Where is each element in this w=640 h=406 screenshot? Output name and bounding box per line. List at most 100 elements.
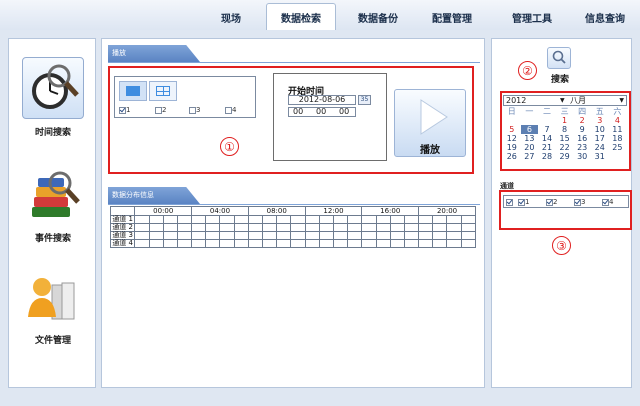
chevron-down-icon[interactable]: ▼ [560,96,565,105]
calendar-day[interactable]: 27 [521,152,539,161]
time-header: 00:00 [134,206,193,216]
start-time-field[interactable]: 00 00 00 [288,107,356,117]
channel-checkboxes: 1 2 3 4 [506,198,628,207]
calendar-day[interactable]: 25 [609,143,627,152]
annotation-number-three: ③ [552,236,571,255]
playback-channel-3[interactable]: 3 [189,106,200,114]
play-button[interactable]: 播放 [394,89,466,157]
quad-view-icon [156,86,170,96]
calendar-day[interactable]: 2 [573,116,591,125]
table-row: 通道 4 [109,239,477,248]
channel-checkbox-1[interactable]: 1 [518,198,529,206]
calendar-day[interactable]: 16 [573,134,591,143]
start-second: 00 [339,107,350,116]
distribution-header-row: 00:00 04:00 08:00 12:00 16:00 20:00 [109,206,476,216]
sidebar-item-label: 时间搜索 [34,128,71,138]
calendar-day[interactable]: 14 [538,134,556,143]
calendar-weekday: 一 [525,107,534,116]
calendar-day[interactable]: 11 [609,125,627,134]
time-header: 04:00 [191,206,249,216]
channel-checkbox-4[interactable]: 4 [602,198,613,206]
start-date-field[interactable]: 2012-08-06 [288,95,356,105]
menu-tab-info[interactable]: 信息查询 [572,4,638,30]
calendar-day[interactable]: 8 [556,125,574,134]
table-row: 通道 1 [109,215,477,224]
quad-view-button[interactable] [149,81,177,101]
calendar-weekday: 六 [613,107,622,116]
calendar-day[interactable]: 29 [556,152,574,161]
playback-channel-1[interactable]: 1 [119,106,130,114]
play-icon [420,99,448,135]
play-label: 播放 [420,145,440,156]
playback-channel-2[interactable]: 2 [155,106,166,114]
playback-section-line [108,62,480,63]
calendar-day[interactable]: 20 [521,143,539,152]
calendar-day[interactable]: 9 [573,125,591,134]
clock-magnifier-icon [22,57,84,119]
menu-tab-config[interactable]: 配置管理 [416,4,488,30]
checkbox-icon[interactable] [155,106,162,114]
checkbox-icon[interactable] [189,106,196,114]
calendar-day[interactable]: 24 [591,143,609,152]
distribution-table: 00:00 04:00 08:00 12:00 16:00 20:00 通道 1… [109,206,477,248]
calendar-day[interactable]: 28 [538,152,556,161]
menu-tab-tools[interactable]: 管理工具 [496,4,568,30]
sidebar: 时间搜索 事件搜索 文件管理 [8,38,96,388]
calendar-day[interactable]: 31 [591,152,609,161]
search-button[interactable] [547,47,571,69]
calendar-day[interactable]: 7 [538,125,556,134]
checkbox-icon[interactable] [574,198,581,206]
channel-checkbox-2[interactable]: 2 [546,198,557,206]
channel-checkbox-3[interactable]: 3 [574,198,585,206]
calendar: 2012 ▼ 八月 ▼ 日一二三四五六 1 2 3 4 5 6 7 8 9 10 11 12 13 14 15… [503,95,629,169]
calendar-week-row: 26 27 28 29 30 31 [503,152,626,161]
sidebar-item-file-manage[interactable]: 文件管理 [9,267,97,346]
calendar-month[interactable]: 八月 [570,96,586,105]
menu-tab-data-backup[interactable]: 数据备份 [342,4,414,30]
main-frame: 时间搜索 事件搜索 文件管理 播放 1 2 3 4 ① 开始时间 2012-08… [0,30,640,406]
calendar-day[interactable]: 1 [556,116,574,125]
calendar-weekday-row: 日一二三四五六 [503,107,626,116]
calendar-day[interactable]: 21 [538,143,556,152]
calendar-day[interactable]: 13 [521,134,539,143]
calendar-day[interactable]: 12 [503,134,521,143]
calendar-day[interactable]: 22 [556,143,574,152]
calendar-day[interactable]: 23 [573,143,591,152]
calendar-day[interactable]: 10 [591,125,609,134]
calendar-day[interactable]: 19 [503,143,521,152]
sidebar-item-label: 文件管理 [34,336,71,346]
calendar-day[interactable]: 30 [573,152,591,161]
calendar-week-row: 5 6 7 8 9 10 11 [503,125,626,134]
time-header: 12:00 [304,206,363,216]
sidebar-item-event-search[interactable]: 事件搜索 [9,167,97,244]
content-panel: 播放 1 2 3 4 ① 开始时间 2012-08-06 35 00 00 00… [101,38,485,388]
playback-channel-4[interactable]: 4 [225,106,236,114]
checkbox-icon[interactable] [602,198,609,206]
calendar-day[interactable]: 5 [503,125,521,134]
menu-tab-live[interactable]: 现场 [206,4,256,30]
checkbox-icon[interactable] [518,198,525,206]
search-icon [552,50,566,64]
checkbox-icon[interactable] [546,198,553,206]
calendar-day[interactable]: 17 [591,134,609,143]
calendar-day[interactable]: 18 [609,134,627,143]
annotation-number-one: ① [220,137,239,156]
chevron-down-icon[interactable]: ▼ [619,96,624,105]
calendar-day[interactable]: 26 [503,152,521,161]
time-header: 08:00 [247,206,306,216]
checkbox-icon[interactable] [506,198,513,206]
select-all-channels[interactable] [506,198,513,206]
single-view-button[interactable] [119,81,147,101]
calendar-day[interactable]: 6 [520,125,539,134]
menu-tab-data-search[interactable]: 数据检索 [266,3,336,31]
date-picker-icon[interactable]: 35 [358,95,371,105]
calendar-day[interactable]: 4 [609,116,627,125]
checkbox-icon[interactable] [225,106,232,114]
table-row: 通道 2 [109,223,477,232]
checkbox-icon[interactable] [119,106,126,114]
calendar-year[interactable]: 2012 [506,96,526,105]
calendar-day[interactable]: 15 [556,134,574,143]
calendar-day[interactable]: 3 [591,116,609,125]
calendar-weekday: 二 [542,107,551,116]
sidebar-item-time-search[interactable]: 时间搜索 [9,57,97,138]
